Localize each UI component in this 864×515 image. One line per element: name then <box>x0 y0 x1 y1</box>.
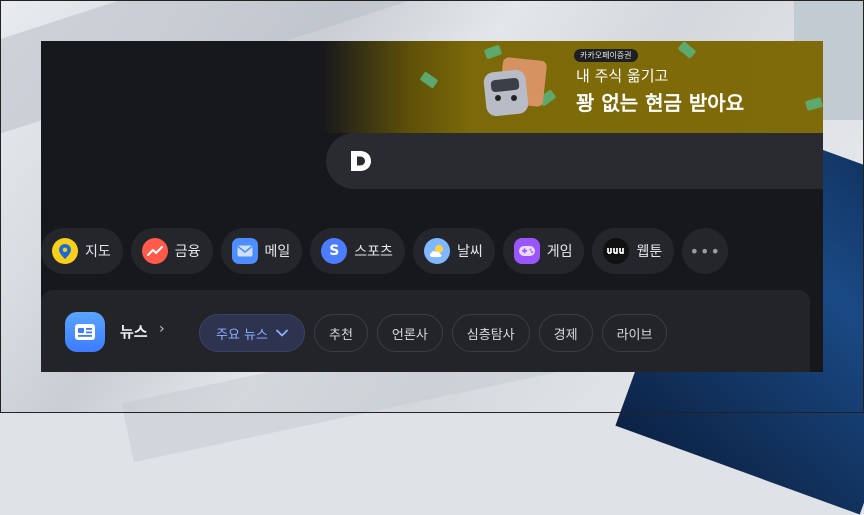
tab-recommended[interactable]: 추천 <box>313 314 368 352</box>
shortcut-map[interactable]: 지도 <box>41 228 123 274</box>
money-bill-icon <box>419 71 439 89</box>
more-shortcuts-button[interactable]: ••• <box>682 228 729 274</box>
shortcut-sports[interactable]: S 스포츠 <box>310 228 405 274</box>
shortcut-label: 웹툰 <box>636 244 663 260</box>
shortcut-game[interactable]: 게임 <box>502 228 585 274</box>
shortcut-label: 메일 <box>264 244 291 260</box>
browser-window: 카카오페이증권 내 주식 옮기고 꽝 없는 현금 받아요 지도 금융 메일 S … <box>41 41 823 372</box>
tab-live[interactable]: 라이브 <box>601 314 668 352</box>
game-controller-icon <box>513 238 540 264</box>
ad-subheadline: 꽝 없는 현금 받아요 <box>576 91 745 115</box>
shortcut-label: 스포츠 <box>354 244 393 260</box>
chevron-right-icon[interactable]: › <box>159 321 165 337</box>
shortcut-label: 게임 <box>546 244 573 260</box>
tab-in-depth[interactable]: 심층탐사 <box>451 314 530 352</box>
chart-trend-icon <box>141 238 168 264</box>
tab-label: 추천 <box>328 327 353 343</box>
news-panel: 뉴스 › 주요 뉴스 추천 언론사 심층탐사 경제 라이브 <box>41 290 810 372</box>
tab-press[interactable]: 언론사 <box>376 314 443 352</box>
shortcut-label: 날씨 <box>456 244 483 260</box>
tab-label: 라이브 <box>616 327 653 343</box>
shortcut-label: 지도 <box>85 244 111 260</box>
map-pin-icon <box>52 238 78 264</box>
shortcut-finance[interactable]: 금융 <box>130 228 213 274</box>
money-bill-icon <box>677 41 697 59</box>
shortcut-label: 금융 <box>174 244 201 260</box>
shortcut-mail[interactable]: 메일 <box>220 228 303 274</box>
news-section-title[interactable]: 뉴스 <box>120 321 148 342</box>
chevron-down-icon <box>276 329 288 337</box>
shortcut-weather[interactable]: 날씨 <box>412 228 495 274</box>
tab-label: 주요 뉴스 <box>216 327 268 343</box>
tab-label: 언론사 <box>391 327 428 343</box>
news-tabs: 주요 뉴스 추천 언론사 심층탐사 경제 라이브 <box>199 314 668 352</box>
webtoon-icon <box>603 238 630 264</box>
search-bar[interactable] <box>326 133 823 189</box>
ad-headline: 내 주식 옮기고 <box>576 67 669 85</box>
news-icon <box>65 312 105 352</box>
shortcut-bar: 지도 금융 메일 S 스포츠 날씨 게임 웹툰 ••• <box>41 228 729 274</box>
mail-icon <box>231 238 258 264</box>
daum-logo-icon <box>351 151 371 171</box>
more-dots-icon: ••• <box>689 241 721 261</box>
weather-icon <box>423 238 450 264</box>
tab-label: 경제 <box>553 327 578 343</box>
truck-illustration <box>482 53 549 121</box>
ad-banner[interactable]: 카카오페이증권 내 주식 옮기고 꽝 없는 현금 받아요 <box>41 41 823 133</box>
shortcut-webtoon[interactable]: 웹툰 <box>592 228 675 274</box>
ad-sponsor-tag: 카카오페이증권 <box>574 49 638 62</box>
tab-label: 심층탐사 <box>466 327 515 343</box>
money-bill-icon <box>804 97 823 111</box>
tab-economy[interactable]: 경제 <box>538 314 593 352</box>
tab-top-news[interactable]: 주요 뉴스 <box>199 314 305 352</box>
sports-icon: S <box>321 238 348 264</box>
